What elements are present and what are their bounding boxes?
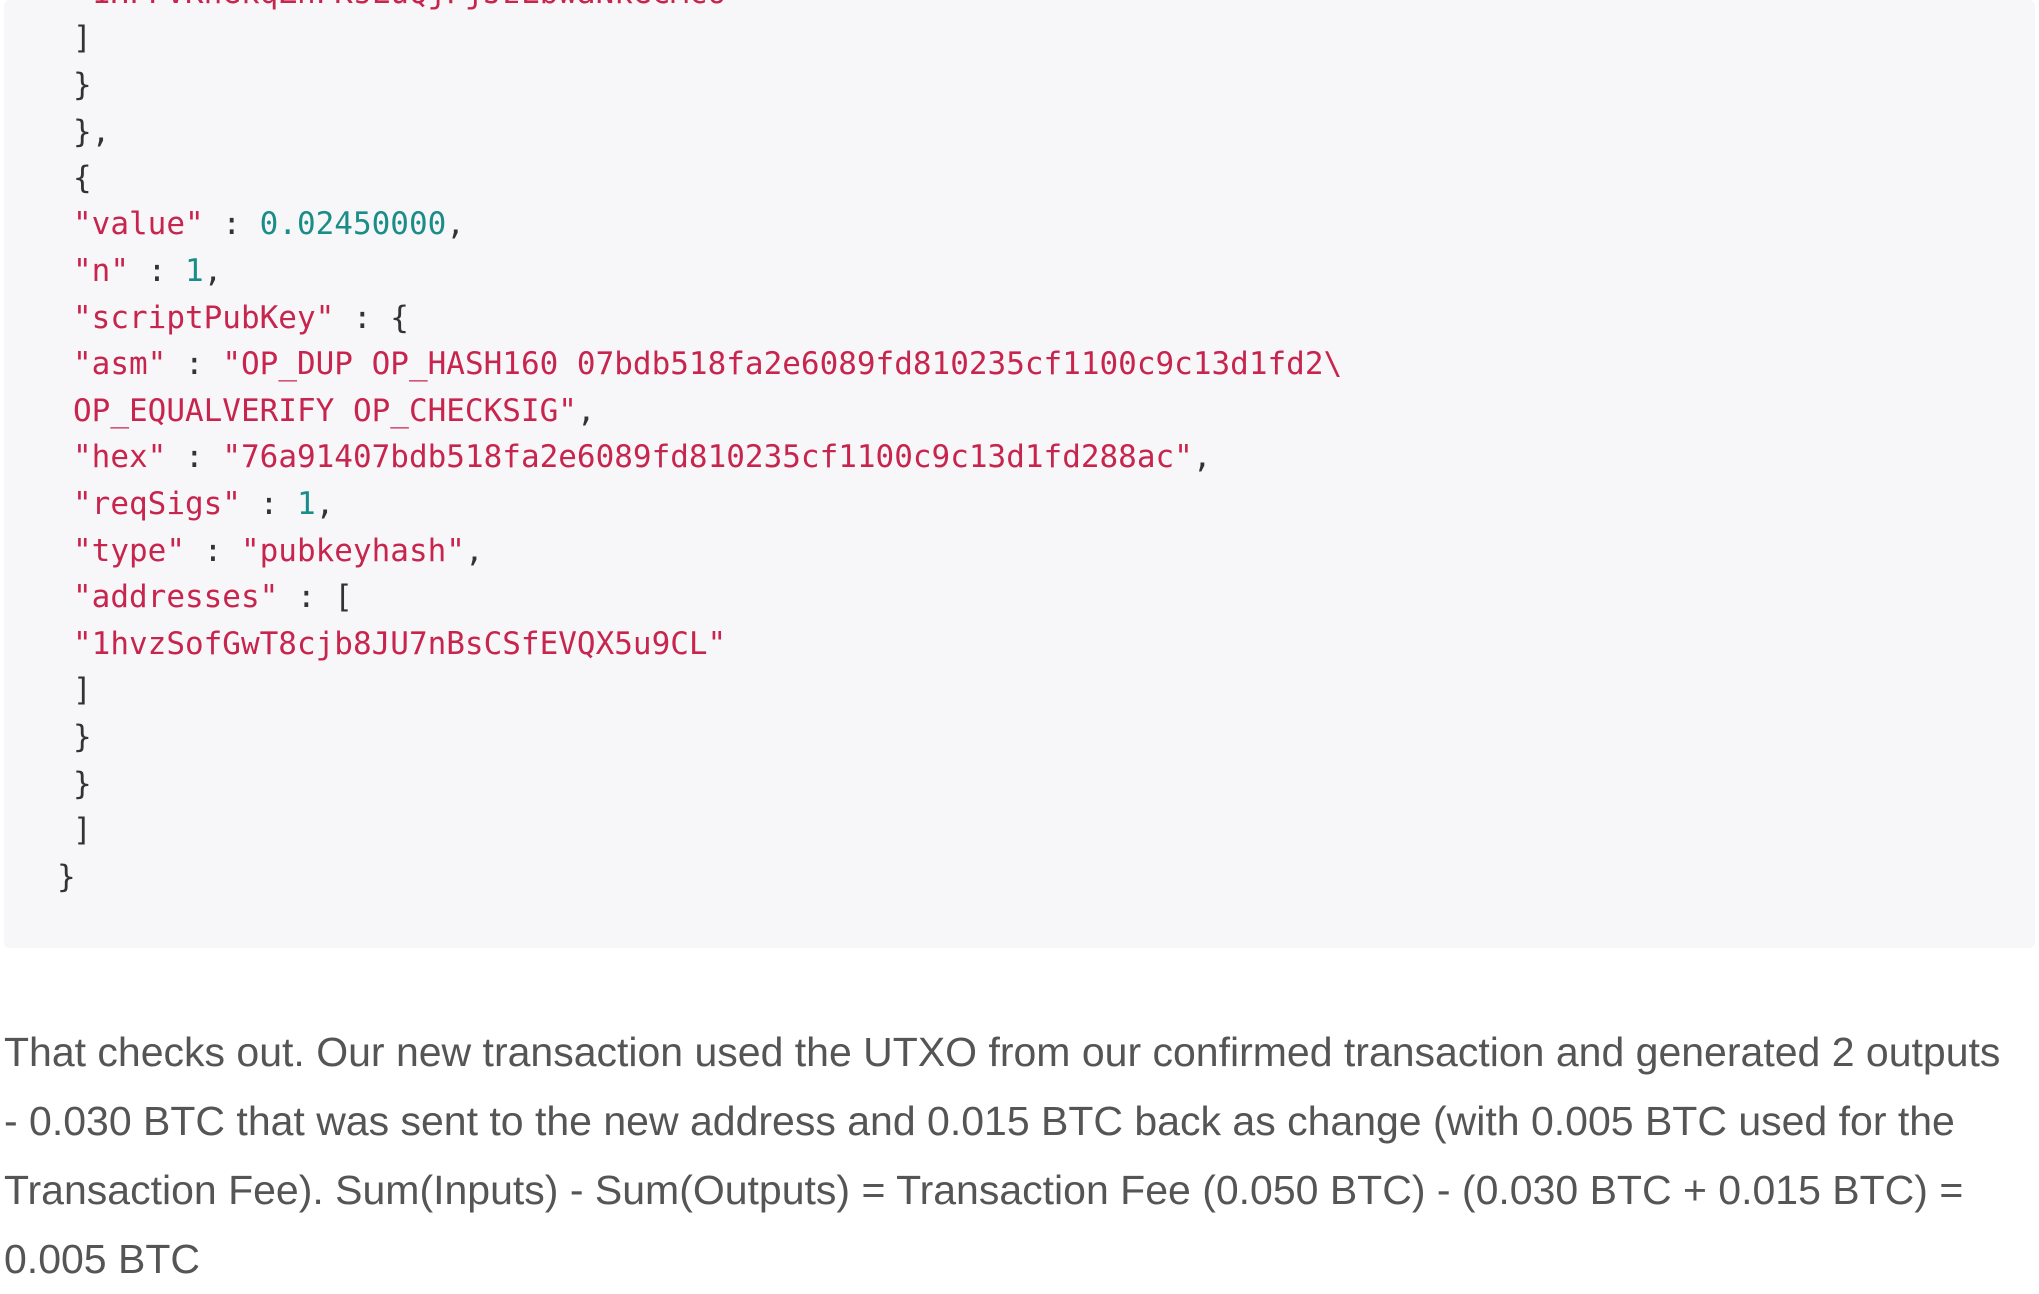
json-number: 0.02450000 <box>259 206 447 242</box>
code-line-addresses: "addresses" : [ <box>73 579 353 615</box>
code-line: { <box>73 160 92 196</box>
code-line-address: "1hvzSofGwT8cjb8JU7nBsCSfEVQX5u9CL" <box>73 621 726 667</box>
json-number: 1 <box>296 486 316 522</box>
json-key: "scriptPubKey" <box>73 300 335 336</box>
code-line: ] <box>73 672 92 708</box>
code-block: "1HFFVKhGkqZnFKsLuQjPjJzLbwaNkGCMco" ] }… <box>4 0 2035 948</box>
json-key: "value" <box>73 206 204 242</box>
code-line: } <box>73 719 92 755</box>
code-line: "1HFFVKhGkqZnFKsLuQjPjJzLbwaNkGCMco" <box>73 0 745 16</box>
json-key: "hex" <box>73 439 167 475</box>
code-line-type: "type" : "pubkeyhash", <box>73 533 484 569</box>
body-paragraph: That checks out. Our new transaction use… <box>4 1029 2001 1282</box>
code-line-n: "n" : 1, <box>73 253 223 289</box>
json-string: "OP_DUP OP_HASH160 07bdb518fa2e6089fd810… <box>222 346 1343 382</box>
json-string: "76a91407bdb518fa2e6089fd810235cf1100c9c… <box>222 439 1193 475</box>
json-number: 1 <box>185 253 204 289</box>
json-key: "addresses" <box>73 579 279 615</box>
json-string: "pubkeyhash" <box>240 533 465 569</box>
code-line-scriptpubkey: "scriptPubKey" : { <box>73 300 409 336</box>
code-line: ] <box>73 812 92 848</box>
code-line: } <box>57 859 76 895</box>
code-line: }, <box>73 114 111 150</box>
json-key: "n" <box>73 253 129 289</box>
address-string: "1HFFVKhGkqZnFKsLuQjPjJzLbwaNkGCMco" <box>73 0 745 11</box>
code-line: ] <box>73 20 92 56</box>
json-key: "asm" <box>73 346 167 382</box>
code-line-value: "value" : 0.02450000, <box>73 206 465 242</box>
code-line-asm-cont: OP_EQUALVERIFY OP_CHECKSIG", <box>73 393 596 429</box>
json-key: "type" <box>73 533 185 569</box>
code-line: } <box>73 67 92 103</box>
json-key: "reqSigs" <box>73 486 241 522</box>
json-string: "1hvzSofGwT8cjb8JU7nBsCSfEVQX5u9CL" <box>73 626 727 662</box>
code-line: } <box>73 766 92 802</box>
code-line-reqsigs: "reqSigs" : 1, <box>73 486 335 522</box>
code-line-asm: "asm" : "OP_DUP OP_HASH160 07bdb518fa2e6… <box>73 346 1343 382</box>
json-string: OP_EQUALVERIFY OP_CHECKSIG" <box>73 393 577 429</box>
code-line-hex: "hex" : "76a91407bdb518fa2e6089fd810235c… <box>73 439 1212 475</box>
